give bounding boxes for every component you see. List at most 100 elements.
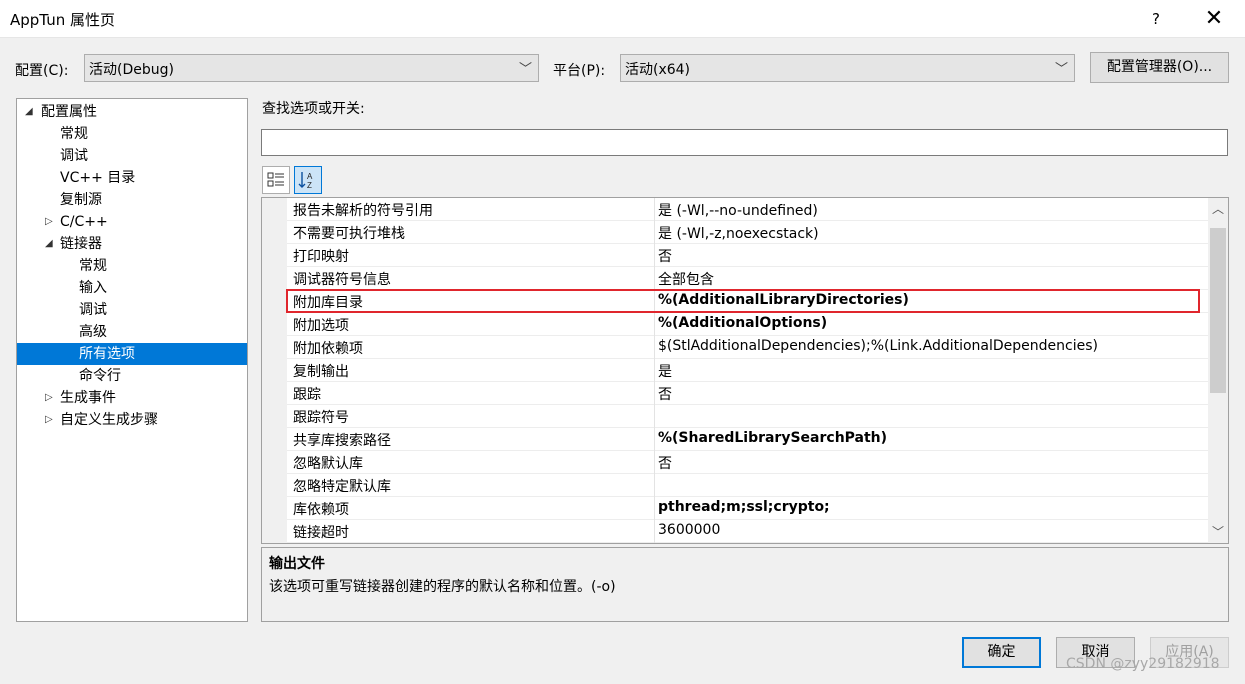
tree-item-linker[interactable]: ◢ 链接器 (17, 233, 247, 255)
config-value: 活动(Debug) (89, 62, 174, 78)
property-row[interactable]: 库依赖项 pthread;m;ssl;crypto; (287, 497, 1209, 520)
tree-item-command-line[interactable]: 命令行 (17, 365, 247, 387)
property-value: pthread;m;ssl;crypto; (658, 499, 830, 515)
property-row[interactable]: 忽略特定默认库 (287, 474, 1209, 497)
ok-button[interactable]: 确定 (962, 637, 1041, 668)
property-value: 是 (-Wl,-z,noexecstack) (658, 226, 819, 242)
tree-item-label: 链接器 (60, 236, 102, 252)
property-value: 全部包含 (658, 272, 714, 288)
tree-item-label: 生成事件 (60, 390, 116, 406)
property-name: 复制输出 (293, 364, 349, 380)
expand-icon[interactable]: ▷ (45, 211, 53, 233)
property-value: 是 (-Wl,--no-undefined) (658, 203, 818, 219)
property-name: 忽略特定默认库 (293, 479, 391, 495)
tree-item-vc-directories[interactable]: VC++ 目录 (17, 167, 247, 189)
tree-item-label: 命令行 (79, 368, 121, 384)
window-title: AppTun 属性页 (10, 11, 115, 29)
help-button[interactable]: ? (1136, 4, 1176, 34)
property-row[interactable]: 忽略默认库 否 (287, 451, 1209, 474)
vertical-scrollbar[interactable]: ︿ ﹀ (1208, 198, 1228, 543)
property-name: 打印映射 (293, 249, 349, 265)
tree-item-linker-debugging[interactable]: 调试 (17, 299, 247, 321)
property-row[interactable]: 链接超时 3600000 (287, 520, 1209, 543)
collapse-icon[interactable]: ◢ (45, 233, 53, 255)
tree-item-label: VC++ 目录 (60, 170, 136, 186)
tree-item-label: 调试 (79, 302, 107, 318)
chevron-down-icon: ﹀ (1054, 62, 1068, 77)
property-value: 是 (658, 364, 672, 380)
sort-alphabetical-button[interactable]: A Z (294, 166, 322, 194)
description-text: 该选项可重写链接器创建的程序的默认名称和位置。(-o) (269, 579, 616, 595)
property-name: 报告未解析的符号引用 (293, 203, 433, 219)
title-bar: AppTun 属性页 ? ✕ (0, 0, 1245, 38)
property-name: 不需要可执行堆栈 (293, 226, 405, 242)
svg-text:Z: Z (307, 181, 312, 190)
tree-item-custom-build-step[interactable]: ▷ 自定义生成步骤 (17, 409, 247, 431)
grid-gutter (262, 198, 287, 543)
property-row[interactable]: 附加依赖项 $(StlAdditionalDependencies);%(Lin… (287, 336, 1209, 359)
search-label: 查找选项或开关: (262, 101, 365, 117)
property-name: 调试器符号信息 (293, 272, 391, 288)
expand-icon[interactable]: ▷ (45, 387, 53, 409)
tree-item-build-events[interactable]: ▷ 生成事件 (17, 387, 247, 409)
property-value: %(AdditionalOptions) (658, 315, 828, 331)
property-name: 库依赖项 (293, 502, 349, 518)
property-row[interactable]: 附加选项 %(AdditionalOptions) (287, 313, 1209, 336)
property-value: %(AdditionalLibraryDirectories) (658, 292, 909, 308)
property-value: %(SharedLibrarySearchPath) (658, 430, 888, 446)
property-row[interactable]: 不需要可执行堆栈 是 (-Wl,-z,noexecstack) (287, 221, 1209, 244)
property-value: 3600000 (658, 522, 721, 538)
property-row[interactable]: 报告未解析的符号引用 是 (-Wl,--no-undefined) (287, 198, 1209, 221)
property-value: 否 (658, 456, 672, 472)
tree-item-linker-general[interactable]: 常规 (17, 255, 247, 277)
tree-item-label: 常规 (60, 126, 88, 142)
property-name: 附加选项 (293, 318, 349, 334)
tree-item-general[interactable]: 常规 (17, 123, 247, 145)
property-row[interactable]: 调试器符号信息 全部包含 (287, 267, 1209, 290)
platform-dropdown[interactable]: 活动(x64) ﹀ (620, 54, 1075, 82)
property-row[interactable]: 复制输出 是 (287, 359, 1209, 382)
tree-item-label: 常规 (79, 258, 107, 274)
property-name: 共享库搜索路径 (293, 433, 391, 449)
tree-item-copy-sources[interactable]: 复制源 (17, 189, 247, 211)
tree-item-label: 输入 (79, 280, 107, 296)
categorized-view-button[interactable] (262, 166, 290, 194)
config-manager-button[interactable]: 配置管理器(O)... (1090, 52, 1229, 83)
tree-item-label: C/C++ (60, 214, 108, 230)
tree-item-linker-advanced[interactable]: 高级 (17, 321, 247, 343)
config-dropdown[interactable]: 活动(Debug) ﹀ (84, 54, 539, 82)
chevron-down-icon: ﹀ (518, 62, 532, 77)
collapse-icon[interactable]: ◢ (25, 101, 33, 123)
tree-item-label: 复制源 (60, 192, 102, 208)
property-name: 跟踪 (293, 387, 321, 403)
tree-item-label: 高级 (79, 324, 107, 340)
property-value: 否 (658, 249, 672, 265)
tree-item-label: 配置属性 (41, 104, 97, 120)
tree-item-debugging[interactable]: 调试 (17, 145, 247, 167)
property-row[interactable]: 跟踪符号 (287, 405, 1209, 428)
property-row-additional-library-directories[interactable]: 附加库目录 %(AdditionalLibraryDirectories) (287, 290, 1209, 313)
close-button[interactable]: ✕ (1192, 4, 1236, 34)
property-grid: 报告未解析的符号引用 是 (-Wl,--no-undefined) 不需要可执行… (261, 197, 1229, 544)
watermark: CSDN @zyy29182918 (1066, 656, 1220, 672)
search-input[interactable] (261, 129, 1228, 156)
property-name: 链接超时 (293, 525, 349, 541)
tree-item-label: 调试 (60, 148, 88, 164)
property-row[interactable]: 跟踪 否 (287, 382, 1209, 405)
description-panel: 输出文件 该选项可重写链接器创建的程序的默认名称和位置。(-o) (261, 547, 1229, 622)
property-row[interactable]: 共享库搜索路径 %(SharedLibrarySearchPath) (287, 428, 1209, 451)
chevron-up-icon[interactable]: ︿ (1208, 200, 1228, 218)
column-divider[interactable] (654, 198, 655, 543)
chevron-down-icon[interactable]: ﹀ (1208, 523, 1228, 541)
tree-item-linker-input[interactable]: 输入 (17, 277, 247, 299)
tree-item-all-options[interactable]: 所有选项 (17, 343, 247, 365)
expand-icon[interactable]: ▷ (45, 409, 53, 431)
property-row[interactable]: 打印映射 否 (287, 244, 1209, 267)
property-name: 跟踪符号 (293, 410, 349, 426)
tree-item-label: 自定义生成步骤 (60, 412, 158, 428)
tree-item-config-properties[interactable]: ◢ 配置属性 (17, 101, 247, 123)
property-name: 附加依赖项 (293, 341, 363, 357)
scrollbar-thumb[interactable] (1210, 228, 1226, 393)
tree-item-cpp[interactable]: ▷ C/C++ (17, 211, 247, 233)
description-title: 输出文件 (269, 556, 325, 572)
